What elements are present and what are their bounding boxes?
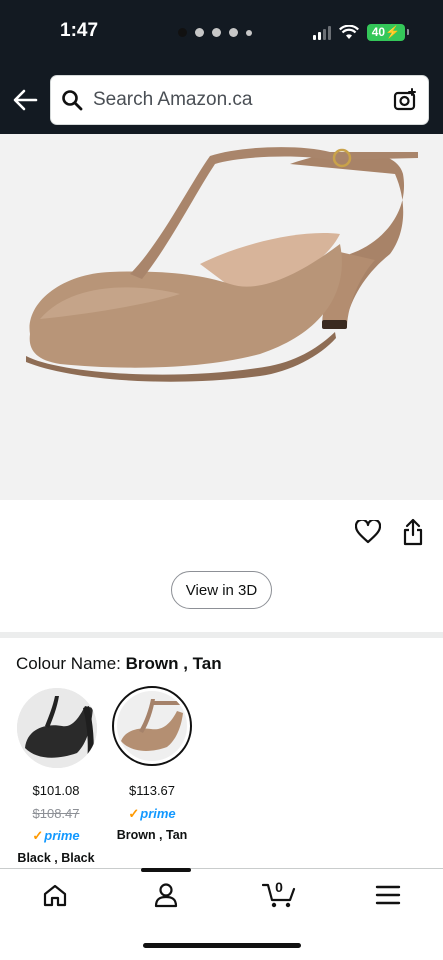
search-placeholder: Search Amazon.ca: [93, 89, 253, 110]
shoe-illustration: [26, 147, 418, 382]
prime-badge: ✓prime: [32, 828, 80, 843]
colour-name-value: Brown , Tan: [125, 654, 222, 673]
tan-shoe-thumbnail: [117, 691, 187, 761]
cellular-signal-icon: [312, 25, 331, 40]
home-indicator[interactable]: [143, 943, 301, 948]
share-icon[interactable]: [402, 518, 424, 546]
status-icons: 40⚡: [312, 24, 410, 41]
variant-swatch-tan[interactable]: [112, 686, 192, 766]
search-icon: [61, 89, 83, 111]
variant-label: Brown , Tan: [116, 828, 188, 842]
prime-badge: ✓prime: [128, 806, 176, 821]
menu-icon: [375, 885, 401, 905]
camera-icon[interactable]: [392, 87, 418, 113]
variant-list-price: $108.47: [32, 806, 80, 821]
account-icon: [154, 883, 178, 908]
carousel-dot[interactable]: [212, 28, 221, 37]
view-in-3d-button[interactable]: View in 3D: [171, 571, 272, 609]
wifi-icon: [338, 25, 359, 39]
variant-price: $113.67: [128, 783, 176, 798]
variant-swatch-black[interactable]: [17, 688, 97, 768]
product-image[interactable]: [0, 134, 443, 500]
carousel-dot[interactable]: [246, 29, 252, 36]
carousel-dots[interactable]: [178, 28, 252, 37]
carousel-dot[interactable]: [178, 28, 187, 37]
variant-label: Black , Black: [17, 851, 95, 865]
carousel-dot[interactable]: [229, 28, 238, 37]
battery-indicator: 40⚡: [366, 24, 410, 41]
nav-home-button[interactable]: [40, 880, 70, 910]
heart-icon[interactable]: [355, 520, 381, 544]
nav-active-indicator: [141, 868, 191, 872]
variant-price: $101.08: [32, 783, 80, 798]
nav-account-button[interactable]: [151, 880, 181, 910]
nav-menu-button[interactable]: [373, 880, 403, 910]
status-time: 1:47: [60, 20, 99, 41]
cart-count: 0: [275, 879, 283, 895]
home-icon: [43, 884, 67, 907]
search-input[interactable]: Search Amazon.ca: [50, 75, 429, 125]
colour-name-label: Colour Name:: [16, 654, 126, 673]
carousel-dot[interactable]: [195, 28, 204, 37]
colour-name: Colour Name: Brown , Tan: [16, 654, 222, 674]
section-divider: [0, 632, 443, 638]
back-arrow-icon[interactable]: [12, 88, 38, 112]
black-shoe-thumbnail: [17, 688, 97, 768]
